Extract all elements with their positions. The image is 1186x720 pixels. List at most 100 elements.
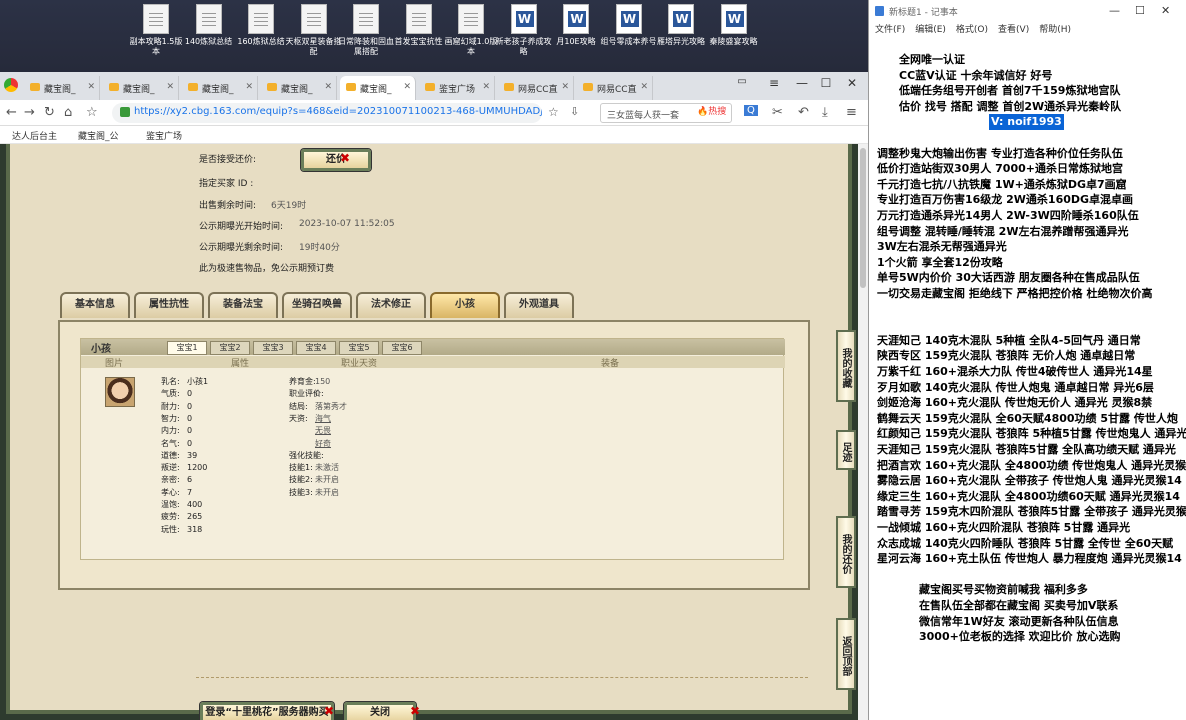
desktop-icon[interactable]: 新老孩子养成攻略: [494, 4, 554, 57]
notepad-menu-item[interactable]: 格式(O): [956, 25, 988, 35]
notepad-menu-item[interactable]: 帮助(H): [1039, 25, 1071, 35]
desktop-icon[interactable]: 日常降装和固血属搭配: [336, 4, 396, 57]
tab-appearance[interactable]: 外观道具: [504, 292, 574, 318]
browser-tab[interactable]: 网易CC直 ✕: [577, 76, 653, 100]
back-to-top-button[interactable]: 返回顶部: [836, 618, 856, 690]
stat-value: 6: [187, 475, 193, 485]
notepad-close-icon[interactable]: ✕: [1161, 4, 1170, 17]
desktop-icon[interactable]: 月10E攻略: [546, 4, 606, 47]
sale-time-value: 6天19时: [271, 201, 307, 211]
stat-value: 0: [187, 413, 193, 423]
tab-basic[interactable]: 基本信息: [60, 292, 130, 318]
desktop: 副本攻略1.5版本 140炼狱总结 160炼狱总结 天枢双星装备搭配 日常降装和固血属搭…: [0, 0, 868, 72]
desktop-icon[interactable]: 天枢双星装备搭配: [284, 4, 344, 57]
url-text: https://xy2.cbg.163.com/equip?s=468&eid=…: [134, 106, 542, 117]
desktop-icon[interactable]: 秦陵盛宴攻略: [704, 4, 764, 47]
tab-close-icon[interactable]: ✕: [482, 82, 490, 92]
public-start-row: 公示期曝光开始时间: 2023-10-07 11:52:05: [199, 219, 395, 232]
cut-icon[interactable]: ✂: [772, 105, 783, 120]
tab-resist[interactable]: 属性抗性: [134, 292, 204, 318]
refresh-icon[interactable]: ↻: [44, 105, 55, 120]
my-offers-button[interactable]: 我的还价: [836, 516, 856, 588]
baby-tab[interactable]: 宝宝4: [296, 341, 336, 355]
baby-tab[interactable]: 宝宝3: [253, 341, 293, 355]
maximize-icon[interactable]: ☐: [816, 76, 836, 90]
tab-close-icon[interactable]: ✕: [640, 82, 648, 92]
tab-close-icon[interactable]: ✕: [561, 82, 569, 92]
star-icon[interactable]: ☆: [548, 105, 559, 119]
tab-close-icon[interactable]: ✕: [166, 82, 174, 92]
close-button[interactable]: 关闭: [344, 702, 416, 720]
public-start-label: 公示期曝光开始时间:: [199, 222, 284, 232]
history-button[interactable]: 足迹: [836, 430, 856, 470]
document-icon: [300, 4, 327, 34]
offer-button[interactable]: 还价: [301, 149, 371, 171]
minimize-icon[interactable]: —: [792, 76, 812, 90]
desktop-icon[interactable]: 雁塔异光攻略: [651, 4, 711, 47]
desktop-icon[interactable]: 首发宝宝抗性: [389, 4, 449, 47]
baby-tab[interactable]: 宝宝2: [210, 341, 250, 355]
search-go-icon[interactable]: Q: [744, 105, 758, 116]
bookmark-item[interactable]: 达人后台主: [12, 129, 57, 142]
undo-icon[interactable]: ↶: [798, 105, 809, 120]
scrollbar-thumb[interactable]: [860, 148, 866, 288]
notepad-line: 缘定三生 160+克火混队 全4800功绩60天赋 通异光灵猴14: [877, 489, 1180, 503]
notepad-menu-item[interactable]: 查看(V): [998, 25, 1029, 35]
page-scrollbar[interactable]: [858, 144, 868, 720]
browser-tab[interactable]: 网易CC直 ✕: [498, 76, 574, 100]
browser-tab[interactable]: 鉴宝广场 ✕: [419, 76, 495, 100]
extension-icon[interactable]: ⇩: [570, 105, 579, 118]
baby-tab[interactable]: 宝宝6: [382, 341, 422, 355]
notepad-menu-item[interactable]: 文件(F): [875, 25, 905, 35]
desktop-icon[interactable]: 画窟幻域1.0版本: [441, 4, 501, 57]
download-icon[interactable]: ⤓: [822, 105, 828, 120]
baby-tab[interactable]: 宝宝5: [339, 341, 379, 355]
hot-search-label[interactable]: 🔥热搜: [697, 104, 726, 117]
bookmark-item[interactable]: 藏宝阁_公: [78, 129, 119, 142]
tab-close-icon[interactable]: ✕: [245, 82, 253, 92]
browser-tab[interactable]: 藏宝阁_ ✕: [340, 76, 416, 100]
notepad-menu-item[interactable]: 编辑(E): [915, 25, 946, 35]
bookmark-item[interactable]: 鉴宝广场: [146, 129, 182, 142]
more-icon[interactable]: ≡: [846, 105, 857, 120]
desktop-icon[interactable]: 140炼狱总结: [179, 4, 239, 47]
desktop-icon[interactable]: 160炼狱总结: [231, 4, 291, 47]
browser-tab[interactable]: 藏宝阁_ ✕: [103, 76, 179, 100]
back-icon[interactable]: ←: [6, 105, 17, 120]
forward-icon[interactable]: →: [24, 105, 35, 120]
talent-link[interactable]: 无畏: [315, 424, 331, 437]
menu-icon[interactable]: ≡: [764, 76, 784, 90]
accept-offer-label: 是否接受还价:: [199, 155, 257, 165]
desktop-icon[interactable]: 副本攻略1.5版本: [126, 4, 186, 57]
browser-tab[interactable]: 藏宝阁_ ✕: [182, 76, 258, 100]
close-window-icon[interactable]: ✕: [842, 76, 862, 90]
tab-close-icon[interactable]: ✕: [324, 82, 332, 92]
login-buy-button[interactable]: 登录“十里桃花”服务器购买: [200, 702, 334, 720]
notepad-line: 专业打造百万伤害16级龙 2W通杀160DG卓混卓画: [877, 193, 1134, 207]
talent-key: 强化技能:: [289, 450, 324, 460]
notepad-minimize-icon[interactable]: —: [1109, 4, 1120, 17]
home-icon[interactable]: ⌂: [64, 105, 72, 120]
notepad-text-area[interactable]: 全网唯一认证 CC蓝V认证 十余年诚信好 好号 低端任务组号开创者 首创7千159炼…: [869, 44, 1186, 720]
tab-mount[interactable]: 坐骑召唤兽: [282, 292, 352, 318]
notepad-maximize-icon[interactable]: ☐: [1135, 4, 1145, 17]
url-input[interactable]: https://xy2.cbg.163.com/equip?s=468&eid=…: [112, 103, 542, 123]
tab-menu-icon[interactable]: ▭: [732, 76, 752, 87]
desktop-icon[interactable]: 组号零成本养号: [599, 4, 659, 47]
tab-close-icon[interactable]: ✕: [87, 82, 95, 92]
tab-equip[interactable]: 装备法宝: [208, 292, 278, 318]
buyer-id-label: 指定买家 ID :: [199, 179, 254, 189]
favorites-button[interactable]: 我的收藏: [836, 330, 856, 402]
notepad-line: 众志成城 140克火四阶睡队 苍狼阵 5甘露 全传世 全60天赋: [877, 536, 1174, 550]
tab-child[interactable]: 小孩: [430, 292, 500, 318]
bookmark-star-icon[interactable]: ☆: [86, 105, 98, 120]
address-bar: ← → ↻ ⌂ ☆ https://xy2.cbg.163.com/equip?…: [0, 100, 868, 126]
baby-tab[interactable]: 宝宝1: [167, 341, 207, 355]
tab-close-icon[interactable]: ✕: [403, 82, 411, 92]
tab-spell[interactable]: 法术修正: [356, 292, 426, 318]
browser-tab[interactable]: 藏宝阁_ ✕: [261, 76, 337, 100]
talent-link[interactable]: 海气: [315, 412, 331, 425]
browser-tab[interactable]: 藏宝阁_ ✕: [24, 76, 100, 100]
talent-link[interactable]: 好奇: [315, 437, 331, 450]
stat-key: 孝心:: [161, 487, 180, 497]
